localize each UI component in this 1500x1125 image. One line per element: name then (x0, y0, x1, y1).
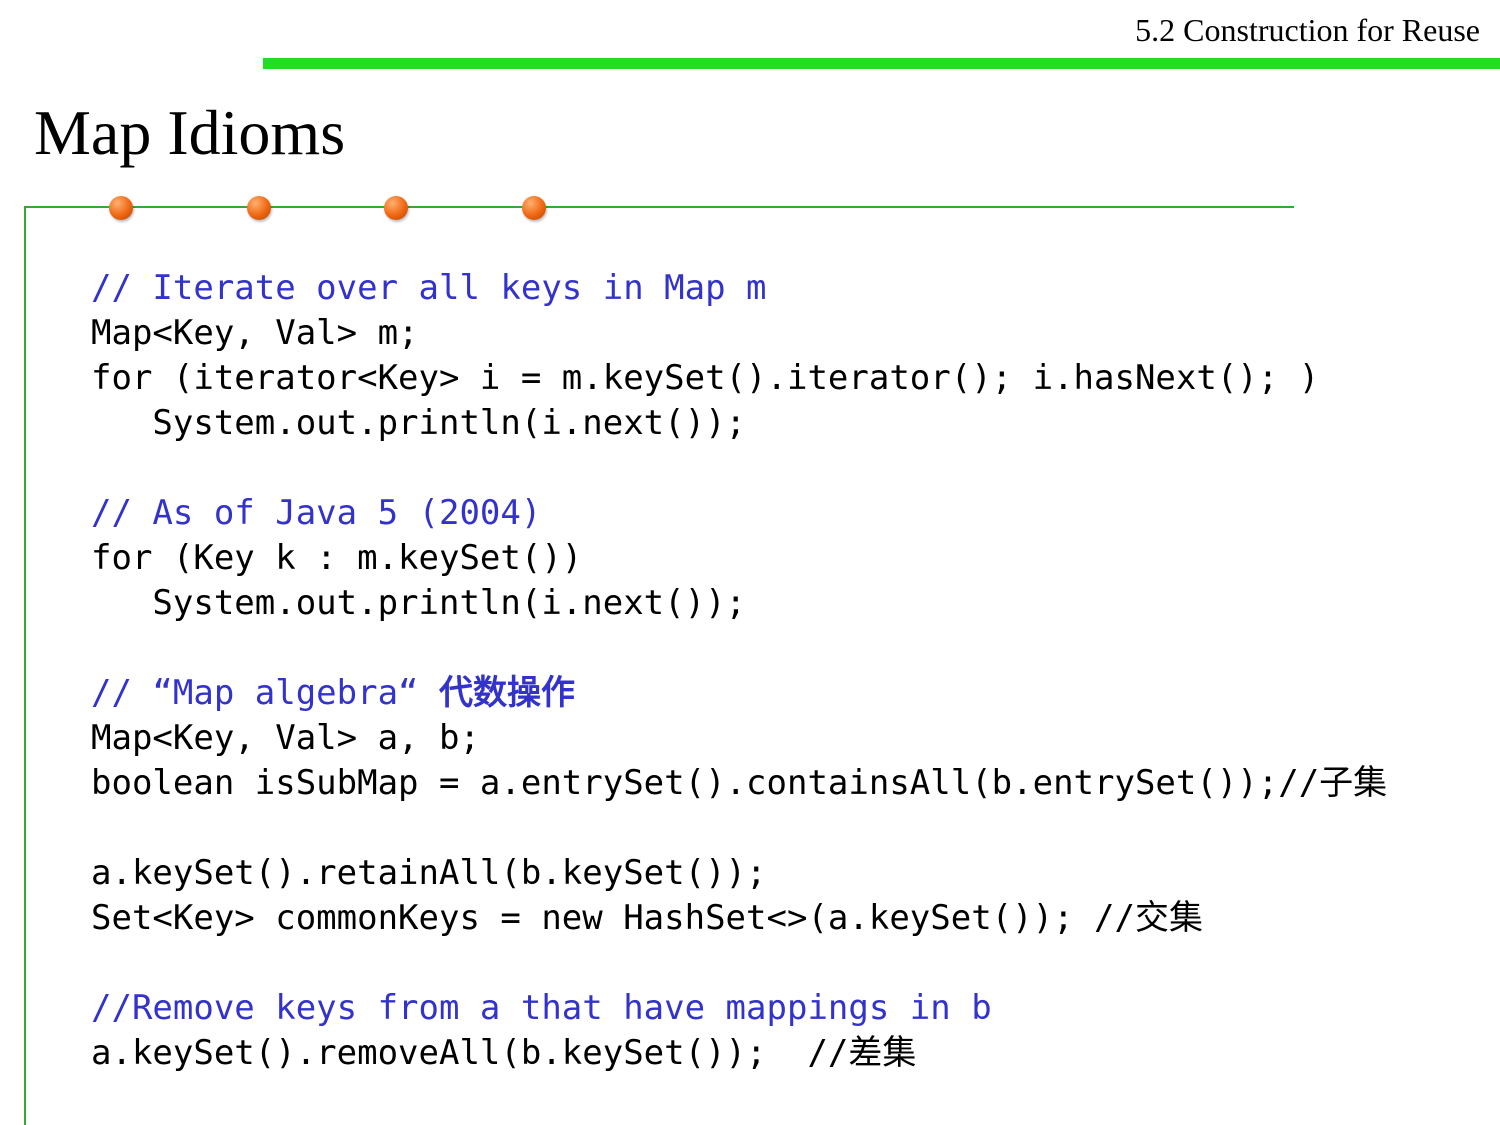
slide: 5.2 Construction for Reuse Map Idioms //… (0, 0, 1500, 1125)
section-header: 5.2 Construction for Reuse (1135, 12, 1480, 48)
code-line: System.out.println(i.next()); (91, 403, 747, 443)
code-comment: // As of Java 5 (2004) (91, 493, 542, 533)
slide-title: Map Idioms (34, 97, 346, 168)
code-comment-text: // “Map algebra“ (91, 673, 439, 713)
code-line: boolean isSubMap = a.entrySet().contains… (91, 763, 1388, 803)
code-line: for (iterator<Key> i = m.keySet().iterat… (91, 358, 1320, 398)
code-comment: // Iterate over all keys in Map m (91, 268, 767, 308)
frame-top-line (24, 206, 1294, 208)
code-line: for (Key k : m.keySet()) (91, 538, 583, 578)
header-accent-bar (263, 58, 1500, 69)
code-block: // Iterate over all keys in Map m Map<Ke… (91, 266, 1387, 1076)
code-comment-map-algebra: // “Map algebra“ 代数操作 (91, 671, 1387, 716)
frame-left-line (24, 206, 26, 1125)
code-line: System.out.println(i.next()); (91, 583, 747, 623)
code-line: Map<Key, Val> m; (91, 313, 419, 353)
code-line: a.keySet().removeAll(b.keySet()); //差集 (91, 1033, 917, 1073)
bullet-dot-1 (109, 196, 133, 220)
code-line: Map<Key, Val> a, b; (91, 718, 480, 758)
code-comment-cjk: 代数操作 (439, 673, 575, 713)
bullet-dot-3 (384, 196, 408, 220)
bullet-dot-2 (247, 196, 271, 220)
code-line: a.keySet().retainAll(b.keySet()); (91, 853, 767, 893)
code-line: Set<Key> commonKeys = new HashSet<>(a.ke… (91, 898, 1203, 938)
bullet-dot-4 (522, 196, 546, 220)
code-comment: //Remove keys from a that have mappings … (91, 988, 992, 1028)
